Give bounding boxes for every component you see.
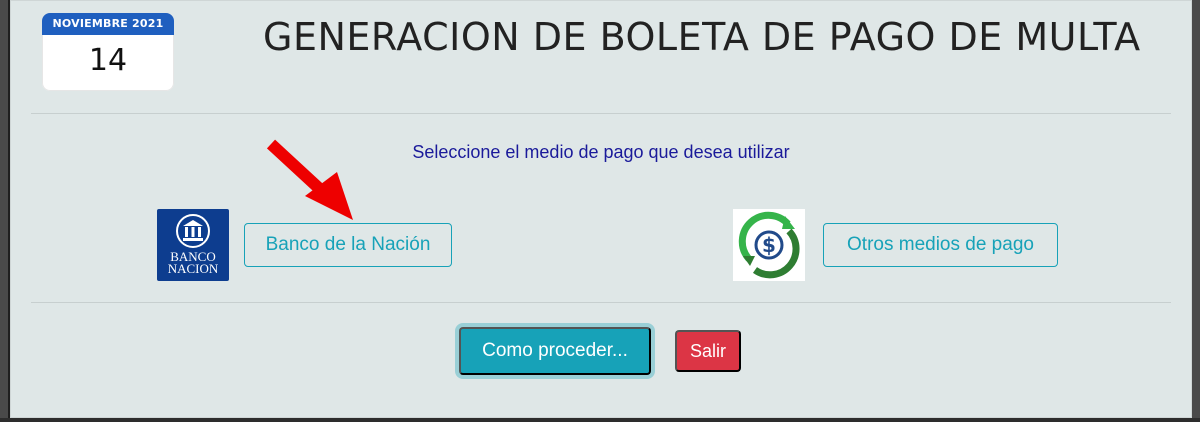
date-day: 14 bbox=[88, 43, 128, 78]
bottom-strip bbox=[0, 418, 1200, 422]
refresh-dollar-icon: $ bbox=[738, 211, 800, 279]
otros-medios-button[interactable]: Otros medios de pago bbox=[823, 223, 1058, 267]
page-title: GENERACION DE BOLETA DE PAGO DE MULTA bbox=[263, 15, 1141, 59]
banco-nacion-button[interactable]: Banco de la Nación bbox=[244, 223, 452, 267]
date-badge: NOVIEMBRE 2021 14 bbox=[42, 13, 174, 91]
instruction-text: Seleccione el medio de pago que desea ut… bbox=[412, 142, 790, 162]
divider-top bbox=[31, 113, 1171, 114]
payment-panel: NOVIEMBRE 2021 14 GENERACION DE BOLETA D… bbox=[10, 0, 1192, 418]
como-proceder-button[interactable]: Como proceder... bbox=[459, 327, 651, 375]
divider-bottom bbox=[31, 302, 1171, 303]
bank-building-icon bbox=[176, 214, 210, 248]
date-month: NOVIEMBRE 2021 bbox=[42, 13, 174, 35]
svg-text:$: $ bbox=[762, 233, 776, 257]
otros-medios-logo: $ bbox=[733, 209, 805, 281]
salir-button[interactable]: Salir bbox=[675, 330, 741, 372]
red-arrow-icon bbox=[266, 139, 353, 220]
banco-nacion-logo-text: BANCO NACION bbox=[167, 249, 219, 276]
banco-nacion-logo: BANCO NACION bbox=[157, 209, 229, 281]
